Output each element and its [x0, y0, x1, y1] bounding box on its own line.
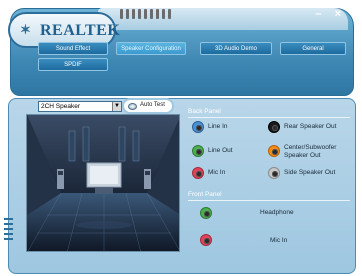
speaker-test-icon	[128, 103, 137, 110]
speaker-select-value: 2CH Speaker	[41, 103, 81, 110]
crab-icon: ✶	[20, 22, 31, 37]
back-panel-title: Back Panel	[188, 108, 221, 115]
side-speaker-out-jack[interactable]	[268, 167, 280, 179]
left-grip	[4, 218, 16, 258]
side-speaker-out-label: Side Speaker Out	[284, 169, 336, 176]
speaker-config-select[interactable]: 2CH Speaker ▼	[38, 101, 122, 112]
drag-grip[interactable]	[120, 9, 171, 19]
mic-in-jack[interactable]	[192, 167, 204, 179]
line-out-label: Line Out	[208, 147, 233, 154]
headphone-jack[interactable]	[200, 207, 212, 219]
tab-3d-audio-demo[interactable]: 3D Audio Demo	[200, 42, 272, 55]
tab-sound-effect[interactable]: Sound Effect	[38, 42, 108, 55]
tab-spdif[interactable]: SPDIF	[38, 58, 108, 71]
chevron-down-icon[interactable]: ▼	[112, 102, 121, 111]
line-in-jack[interactable]	[192, 121, 204, 133]
room-illustration	[27, 115, 179, 251]
front-panel-divider	[188, 200, 350, 201]
back-panel-divider	[188, 117, 350, 118]
line-in-label: Line In	[208, 123, 228, 130]
center-subwoofer-out-label: Center/Subwoofer Speaker Out	[284, 144, 337, 159]
front-panel-title: Front Panel	[188, 191, 222, 198]
realtek-audio-manager-window: – × ✶ REALTEK Sound Effect Speaker Confi…	[2, 2, 360, 274]
auto-test-button[interactable]: Auto Test	[122, 98, 174, 114]
center-subwoofer-out-jack[interactable]	[268, 145, 280, 157]
window-controls[interactable]: – ×	[315, 8, 346, 20]
tab-speaker-configuration[interactable]: Speaker Configuration	[116, 42, 186, 55]
tab-bar: Sound Effect Speaker Configuration 3D Au…	[38, 42, 350, 74]
headphone-label: Headphone	[260, 209, 294, 216]
tab-general[interactable]: General	[280, 42, 346, 55]
front-mic-in-jack[interactable]	[200, 234, 212, 246]
auto-test-label: Auto Test	[140, 102, 165, 108]
line-out-jack[interactable]	[192, 145, 204, 157]
speaker-room-preview	[26, 114, 180, 252]
brand-name: REALTEK	[40, 22, 121, 39]
rear-speaker-out-jack[interactable]	[268, 121, 280, 133]
rear-speaker-out-label: Rear Speaker Out	[284, 123, 337, 130]
front-mic-in-label: Mic In	[270, 237, 288, 244]
mic-in-label: Mic In	[208, 169, 226, 176]
